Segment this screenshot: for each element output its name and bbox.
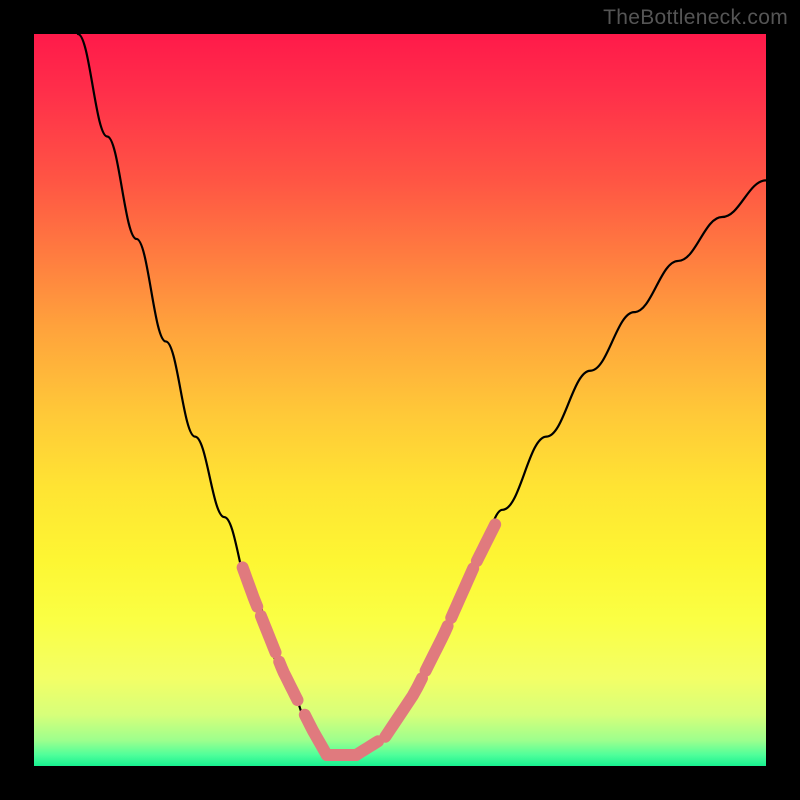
curve-marker-segment: [426, 626, 448, 671]
curve-markers: [243, 524, 496, 755]
curve-marker-segment: [243, 567, 258, 606]
watermark-text: TheBottleneck.com: [603, 6, 788, 30]
curve-marker-segment: [385, 678, 422, 737]
curve-marker-segment: [261, 616, 276, 653]
bottleneck-curve: [78, 34, 766, 755]
chart-frame: TheBottleneck.com: [0, 0, 800, 800]
curve-marker-segment: [451, 568, 473, 617]
chart-svg: [34, 34, 766, 766]
curve-marker-segment: [477, 524, 495, 561]
curve-marker-segment: [305, 715, 327, 755]
curve-marker-segment: [356, 741, 378, 755]
curve-marker-segment: [279, 662, 297, 700]
plot-area: [34, 34, 766, 766]
